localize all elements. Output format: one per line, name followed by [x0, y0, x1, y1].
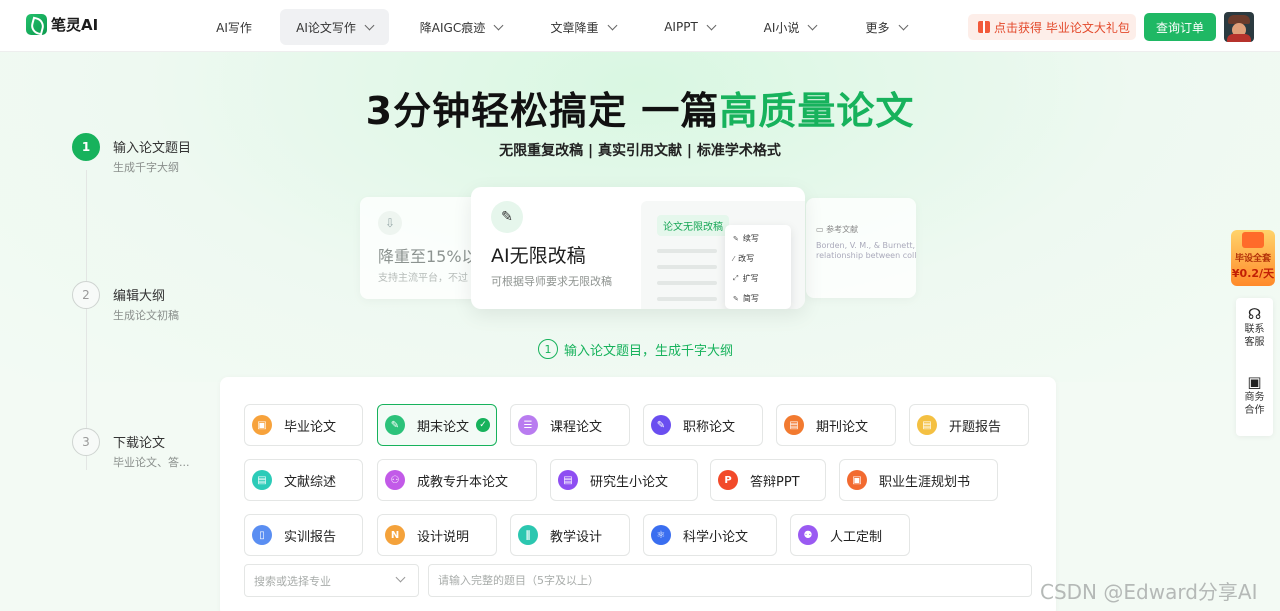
step-title: 输入论文题目	[113, 141, 192, 156]
paper-type-title[interactable]: ✎ 职称论文	[643, 404, 763, 446]
menu-item-expand: ⤢ 扩写	[733, 274, 759, 283]
feature-card-unlimited-revision: ✎ AI无限改稿 可根据导师要求无限改稿 论文无限改稿 ✎ 续写 ⁄ 改写 ⤢ 扩写 …	[471, 187, 805, 309]
teaching-design-icon: ∥	[518, 525, 538, 545]
title-paper-icon: ✎	[651, 415, 671, 435]
steps-connector	[86, 170, 87, 470]
chevron-down-icon	[364, 20, 375, 30]
side-toolbar: ☊ 联系客服 ▣ 商务合作	[1236, 298, 1273, 436]
headset-icon: ☊	[1247, 305, 1262, 323]
paper-type-defense-ppt[interactable]: P 答辩PPT	[710, 459, 826, 501]
brand-logo[interactable]: 笔灵AI	[26, 14, 98, 35]
chevron-down-icon	[607, 20, 617, 30]
career-plan-icon: ▣	[847, 470, 867, 490]
top-bar: 笔灵AI AI写作 AI论文写作 降AIGC痕迹 文章降重 AIPPT AI小说…	[0, 0, 1280, 52]
chevron-down-icon	[807, 20, 818, 30]
menu-item-shorten: ✎ 简写	[733, 294, 759, 303]
nav-reduce-aigc[interactable]: 降AIGC痕迹	[410, 9, 512, 45]
paper-type-teaching-design[interactable]: ∥ 教学设计	[510, 514, 630, 556]
promo-banner[interactable]: 点击获得 毕业论文大礼包	[968, 14, 1136, 40]
step-number: 1	[72, 133, 100, 161]
gift-icon	[978, 21, 990, 33]
adult-education-icon: ⚇	[385, 470, 405, 490]
design-note-icon: N	[385, 525, 405, 545]
paper-type-proposal[interactable]: ▤ 开题报告	[909, 404, 1029, 446]
chevron-down-icon	[493, 20, 504, 30]
download-doc-icon: ⇩	[378, 211, 402, 235]
paper-type-graduate[interactable]: ▤ 研究生小论文	[550, 459, 698, 501]
step-title: 下载论文	[113, 436, 166, 451]
edit-icon: ✎	[491, 201, 523, 233]
major-select[interactable]: 搜索或选择专业	[244, 564, 419, 597]
business-cooperation-button[interactable]: ▣ 商务合作	[1236, 373, 1273, 417]
step-desc: 生成千字大纲	[113, 161, 179, 174]
nav-ai-writing[interactable]: AI写作	[203, 9, 265, 45]
paper-type-final[interactable]: ✎ 期末论文 ✓	[377, 404, 497, 446]
paper-type-adult-education[interactable]: ⚇ 成教专升本论文	[377, 459, 537, 501]
training-report-icon: ▯	[252, 525, 272, 545]
gift-box-icon	[1242, 232, 1264, 248]
nav-ai-paper-writing[interactable]: AI论文写作	[280, 9, 389, 45]
journal-paper-icon: ▤	[784, 415, 804, 435]
chevron-down-icon	[706, 20, 717, 30]
chevron-down-icon	[898, 20, 908, 30]
briefcase-icon: ▣	[1247, 373, 1262, 391]
nav-article-dedupe[interactable]: 文章降重	[538, 9, 628, 45]
contact-service-button[interactable]: ☊ 联系客服	[1236, 305, 1273, 349]
paper-type-design-note[interactable]: N 设计说明	[377, 514, 497, 556]
science-paper-icon: ⚛	[651, 525, 671, 545]
nav-ai-novel[interactable]: AI小说	[752, 9, 828, 45]
revision-menu: ✎ 续写 ⁄ 改写 ⤢ 扩写 ✎ 简写	[725, 225, 791, 309]
defense-ppt-icon: P	[718, 470, 738, 490]
paper-type-science[interactable]: ⚛ 科学小论文	[643, 514, 777, 556]
paper-type-course[interactable]: ☰ 课程论文	[510, 404, 630, 446]
hero-title-highlight: 高质量论文	[719, 89, 915, 133]
nav-more[interactable]: 更多	[852, 9, 920, 45]
paper-type-custom[interactable]: ⚉ 人工定制	[790, 514, 910, 556]
step-hint: 1 输入论文题目，生成千字大纲	[538, 339, 733, 359]
feature-card-references: ▭ 参考文献 Borden, V. M., & Burnett, A. W. r…	[806, 198, 916, 298]
chevron-down-icon	[395, 572, 406, 583]
side-promo-badge[interactable]: 毕设全套 ¥0.2/天	[1231, 230, 1275, 286]
menu-item-rewrite: ⁄ 改写	[733, 254, 755, 263]
menu-item-continue: ✎ 续写	[733, 234, 759, 243]
revision-tag: 论文无限改稿	[657, 215, 729, 236]
hero-subtitle: 无限重复改稿 | 真实引用文献 | 标准学术格式	[499, 143, 781, 159]
proposal-report-icon: ▤	[917, 415, 937, 435]
paper-type-journal[interactable]: ▤ 期刊论文	[776, 404, 896, 446]
graduate-paper-icon: ▤	[558, 470, 578, 490]
expand-icon: ⤢	[733, 274, 739, 282]
step-number: 2	[72, 281, 100, 309]
hero-title: 3分钟轻松搞定 一篇高质量论文	[365, 89, 915, 133]
watermark: CSDN @Edward分享AI	[1040, 580, 1258, 604]
step-number: 3	[72, 428, 100, 456]
custom-service-icon: ⚉	[798, 525, 818, 545]
graduation-thesis-icon: ▣	[252, 415, 272, 435]
course-paper-icon: ☰	[518, 415, 538, 435]
paper-type-literature-review[interactable]: ▤ 文献综述	[244, 459, 363, 501]
book-icon: ▭ 参考文献	[816, 225, 859, 234]
nav-aippt[interactable]: AIPPT	[652, 9, 727, 45]
shorten-icon: ✎	[733, 294, 739, 303]
step-desc: 毕业论文、答...	[113, 456, 190, 469]
pencil-icon: ✎	[733, 234, 739, 243]
final-paper-icon: ✎	[385, 415, 405, 435]
literature-review-icon: ▤	[252, 470, 272, 490]
query-order-button[interactable]: 查询订单	[1144, 13, 1216, 41]
leaf-logo-icon	[26, 14, 47, 35]
paper-type-training-report[interactable]: ▯ 实训报告	[244, 514, 363, 556]
step-title: 编辑大纲	[113, 289, 166, 304]
step-desc: 生成论文初稿	[113, 309, 179, 322]
avatar[interactable]	[1224, 12, 1254, 42]
check-icon: ✓	[476, 418, 491, 432]
paper-type-graduation[interactable]: ▣ 毕业论文	[244, 404, 363, 446]
topic-input[interactable]	[428, 564, 1032, 597]
wand-icon: ⁄	[733, 254, 735, 263]
paper-type-career-plan[interactable]: ▣ 职业生涯规划书	[839, 459, 998, 501]
brand-name: 笔灵AI	[51, 16, 99, 34]
